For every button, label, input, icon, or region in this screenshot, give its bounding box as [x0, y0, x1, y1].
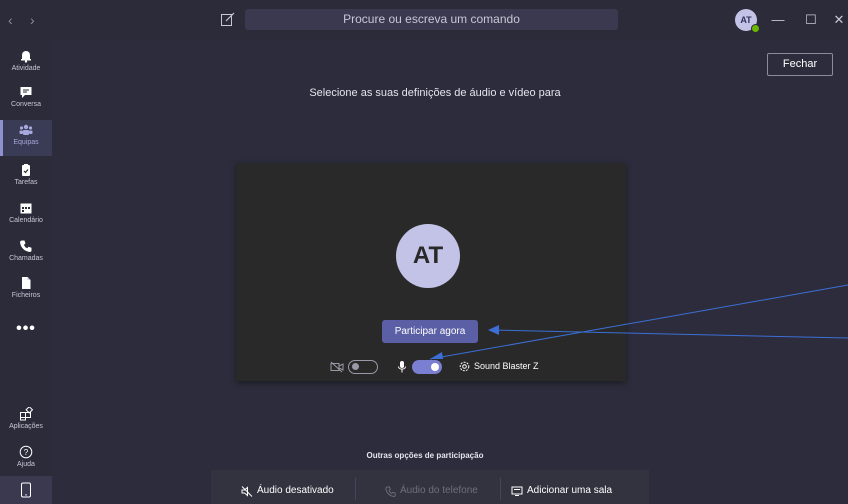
- rail-item-atividade[interactable]: Atividade: [0, 46, 52, 82]
- help-icon: ?: [19, 445, 33, 459]
- compose-icon[interactable]: [220, 11, 236, 27]
- back-arrow-icon[interactable]: ‹: [8, 12, 13, 28]
- toggle-knob: [352, 363, 359, 370]
- microphone-toggle[interactable]: [412, 360, 442, 374]
- camera-off-icon: [330, 361, 344, 373]
- speaker-off-icon: [241, 486, 253, 497]
- microphone-icon: [398, 361, 406, 373]
- divider: [355, 478, 356, 500]
- rail-item-label: Conversa: [11, 101, 41, 108]
- phone-audio-icon: [385, 486, 396, 497]
- tasks-icon: [22, 164, 30, 176]
- file-icon: [22, 277, 31, 289]
- rail-item-label: Ajuda: [17, 461, 35, 468]
- calendar-icon: [20, 203, 32, 214]
- rail-item-label: Equipas: [13, 139, 39, 146]
- rail-item-label: Chamadas: [9, 255, 43, 262]
- presence-status-icon: [751, 24, 760, 33]
- phone-audio-option[interactable]: Áudio do telefone: [400, 485, 478, 496]
- phone-icon: [20, 240, 32, 252]
- rail-item-ficheiros[interactable]: Ficheiros: [0, 273, 52, 309]
- apps-icon: [20, 407, 33, 421]
- forward-arrow-icon[interactable]: ›: [30, 12, 35, 28]
- other-options-title: Outras opções de participação: [366, 451, 484, 460]
- rail-item-tarefas[interactable]: Tarefas: [0, 160, 52, 196]
- rail-item-aplicacoes[interactable]: Aplicações: [0, 404, 52, 440]
- rail-item-label: Ficheiros: [11, 292, 41, 299]
- rail-item-chamadas[interactable]: Chamadas: [0, 236, 52, 272]
- svg-text:?: ?: [24, 448, 29, 457]
- maximize-button[interactable]: ☐: [803, 12, 819, 28]
- rail-item-calendario[interactable]: Calendário: [0, 198, 52, 234]
- app-rail: Atividade Conversa Equipas Tarefas Calen…: [0, 40, 52, 504]
- page-heading: Selecione as suas definições de áudio e …: [309, 87, 561, 99]
- toggle-knob: [431, 363, 439, 371]
- join-now-button[interactable]: Participar agora: [382, 320, 478, 343]
- cast-room-icon: [511, 486, 523, 496]
- close-window-button[interactable]: ✕: [831, 12, 847, 28]
- rail-item-label: Calendário: [9, 217, 43, 224]
- close-button[interactable]: Fechar: [767, 53, 833, 76]
- rail-item-label: Tarefas: [14, 179, 38, 186]
- rail-item-equipas[interactable]: Equipas: [0, 120, 52, 156]
- add-room-option[interactable]: Adicionar uma sala: [527, 485, 612, 496]
- chat-icon: [20, 87, 32, 98]
- camera-toggle[interactable]: [348, 360, 378, 374]
- rail-item-label: Aplicações: [9, 423, 43, 430]
- teams-icon: [19, 124, 33, 135]
- rail-item-device[interactable]: [0, 476, 52, 504]
- rail-item-label: Atividade: [11, 65, 41, 72]
- more-apps-button[interactable]: •••: [0, 320, 52, 338]
- audio-off-option[interactable]: Áudio desativado: [257, 485, 334, 496]
- minimize-button[interactable]: —: [770, 12, 786, 27]
- title-bar: ‹ › Procure ou escreva um comando AT — ☐…: [0, 0, 848, 40]
- rail-item-ajuda[interactable]: ? Ajuda: [0, 442, 52, 478]
- search-input[interactable]: Procure ou escreva um comando: [245, 9, 618, 30]
- audio-device-label[interactable]: Sound Blaster Z: [474, 361, 539, 371]
- device-settings-gear-icon[interactable]: [458, 360, 471, 373]
- divider: [500, 478, 501, 500]
- bell-icon: [21, 51, 31, 63]
- preview-avatar: AT: [396, 224, 460, 288]
- rail-item-conversa[interactable]: Conversa: [0, 82, 52, 118]
- mobile-device-icon: [21, 482, 31, 498]
